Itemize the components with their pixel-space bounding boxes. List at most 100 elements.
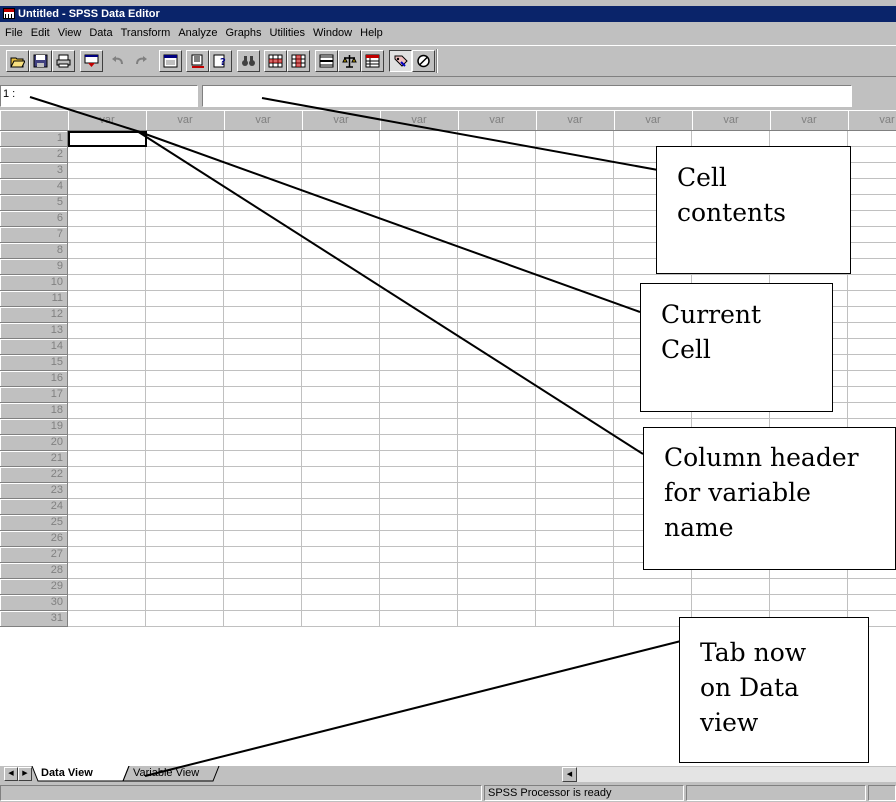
- floppy-disk-icon: [33, 54, 48, 68]
- cell-editor-row: 1 :: [0, 84, 896, 110]
- select-cases-icon: [365, 54, 380, 68]
- row-header[interactable]: 25: [0, 515, 68, 531]
- row-header[interactable]: 18: [0, 403, 68, 419]
- row-header[interactable]: 23: [0, 483, 68, 499]
- row-header[interactable]: 2: [0, 147, 68, 163]
- variables-button[interactable]: ?: [209, 50, 232, 72]
- find-button[interactable]: [237, 50, 260, 72]
- callout-cell-contents: Cell contents: [656, 146, 851, 274]
- callout-line: view: [700, 708, 759, 737]
- tab-data-view[interactable]: Data View: [41, 767, 93, 779]
- menu-transform[interactable]: Transform: [117, 24, 175, 42]
- row-header[interactable]: 7: [0, 227, 68, 243]
- row-header[interactable]: 8: [0, 243, 68, 259]
- row-header[interactable]: 12: [0, 307, 68, 323]
- callout-line: on Data: [700, 673, 799, 702]
- dialog-recall-button[interactable]: [80, 50, 103, 72]
- column-header[interactable]: var: [536, 110, 615, 131]
- callout-line: Cell: [661, 335, 711, 364]
- split-file-button[interactable]: [315, 50, 338, 72]
- menu-data[interactable]: Data: [85, 24, 116, 42]
- menu-utilities[interactable]: Utilities: [266, 24, 309, 42]
- menu-help[interactable]: Help: [356, 24, 387, 42]
- undo-button[interactable]: [107, 50, 130, 72]
- column-header[interactable]: var: [692, 110, 771, 131]
- use-sets-button[interactable]: [412, 50, 435, 72]
- column-header[interactable]: var: [146, 110, 225, 131]
- row-header[interactable]: 30: [0, 595, 68, 611]
- row-header[interactable]: 28: [0, 563, 68, 579]
- row-header[interactable]: 17: [0, 387, 68, 403]
- open-folder-icon: [10, 57, 25, 68]
- row-header[interactable]: 10: [0, 275, 68, 291]
- horizontal-scrollbar[interactable]: ◀: [562, 767, 896, 782]
- row-header[interactable]: 3: [0, 163, 68, 179]
- row-header[interactable]: 14: [0, 339, 68, 355]
- binoculars-icon: [242, 56, 255, 66]
- menu-window[interactable]: Window: [309, 24, 356, 42]
- column-header[interactable]: var: [614, 110, 693, 131]
- current-cell[interactable]: [68, 131, 147, 147]
- row-header[interactable]: 4: [0, 179, 68, 195]
- row-header[interactable]: 16: [0, 371, 68, 387]
- row-header[interactable]: 19: [0, 419, 68, 435]
- column-header[interactable]: var: [68, 110, 147, 131]
- value-labels-tag-icon: [394, 55, 408, 67]
- row-header[interactable]: 31: [0, 611, 68, 627]
- scroll-left-arrow-icon[interactable]: ◀: [562, 767, 577, 782]
- row-header[interactable]: 26: [0, 531, 68, 547]
- insert-case-button[interactable]: [264, 50, 287, 72]
- goto-case-button[interactable]: [186, 50, 209, 72]
- column-header[interactable]: var: [380, 110, 459, 131]
- row-header[interactable]: 20: [0, 435, 68, 451]
- row-header[interactable]: 22: [0, 467, 68, 483]
- tab-variable-view[interactable]: Variable View: [133, 767, 199, 779]
- row-header[interactable]: 15: [0, 355, 68, 371]
- column-header[interactable]: var: [224, 110, 303, 131]
- callout-tab-data-view: Tab now on Data view: [679, 617, 869, 763]
- column-header[interactable]: var: [458, 110, 537, 131]
- status-pane-filter: [686, 785, 866, 801]
- grid-corner[interactable]: [0, 110, 69, 131]
- menu-analyze[interactable]: Analyze: [174, 24, 221, 42]
- select-cases-button[interactable]: [361, 50, 384, 72]
- cell-contents-input[interactable]: [202, 85, 852, 107]
- tab-scroll-left-button[interactable]: ◀: [4, 767, 18, 781]
- goto-chart-button[interactable]: [159, 50, 182, 72]
- row-header[interactable]: 1: [0, 131, 68, 147]
- row-header[interactable]: 11: [0, 291, 68, 307]
- menu-file[interactable]: File: [0, 24, 27, 42]
- menu-view[interactable]: View: [54, 24, 86, 42]
- print-button[interactable]: [52, 50, 75, 72]
- column-header[interactable]: var: [770, 110, 849, 131]
- status-pane-left: [0, 785, 482, 801]
- row-header[interactable]: 24: [0, 499, 68, 515]
- goto-case-icon: [191, 54, 204, 68]
- value-labels-button[interactable]: [389, 50, 412, 72]
- cell-reference-box: 1 :: [0, 85, 198, 107]
- menu-graphs[interactable]: Graphs: [221, 24, 265, 42]
- row-header[interactable]: 13: [0, 323, 68, 339]
- column-header[interactable]: var: [848, 110, 896, 131]
- redo-arrow-icon: [136, 56, 147, 65]
- row-header[interactable]: 9: [0, 259, 68, 275]
- save-button[interactable]: [29, 50, 52, 72]
- row-header[interactable]: 29: [0, 579, 68, 595]
- insert-variable-button[interactable]: [287, 50, 310, 72]
- spss-app-icon[interactable]: [3, 8, 15, 19]
- row-header[interactable]: 6: [0, 211, 68, 227]
- callout-line: Cell: [677, 163, 727, 192]
- dialog-recall-icon: [84, 54, 99, 67]
- column-header[interactable]: var: [302, 110, 381, 131]
- row-header[interactable]: 21: [0, 451, 68, 467]
- use-sets-icon: [417, 54, 430, 68]
- weight-cases-button[interactable]: [338, 50, 361, 72]
- row-header[interactable]: 27: [0, 547, 68, 563]
- row-header[interactable]: 5: [0, 195, 68, 211]
- callout-line: contents: [677, 198, 786, 227]
- redo-button[interactable]: [131, 50, 154, 72]
- open-file-button[interactable]: [6, 50, 29, 72]
- variable-info-icon: ?: [213, 54, 226, 68]
- title-bar[interactable]: Untitled - SPSS Data Editor: [0, 6, 896, 22]
- menu-edit[interactable]: Edit: [27, 24, 54, 42]
